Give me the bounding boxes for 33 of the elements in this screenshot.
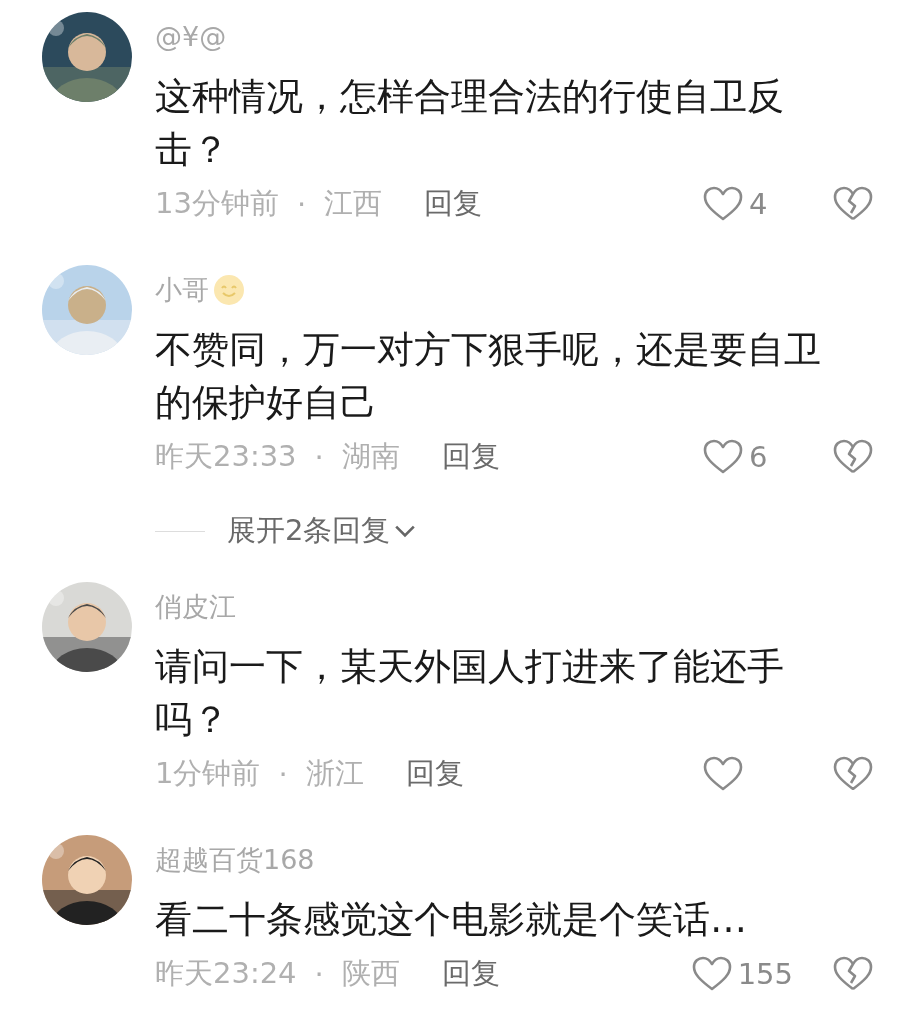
separator-dot: · <box>314 957 324 991</box>
comment-location: 陕西 <box>341 955 400 992</box>
broken-heart-icon[interactable] <box>833 956 873 992</box>
like-count: 155 <box>737 957 793 991</box>
broken-heart-icon[interactable] <box>833 439 873 475</box>
comment-time: 昨天23:33 <box>155 438 297 475</box>
heart-icon[interactable] <box>703 439 743 475</box>
separator-dot: · <box>296 187 307 221</box>
comment-time: 昨天23:24 <box>155 955 297 992</box>
reply-link[interactable]: 回复 <box>424 184 483 224</box>
comment-time: 13分钟前 <box>155 185 279 222</box>
heart-icon[interactable] <box>703 756 743 792</box>
comment-location: 江西 <box>324 185 383 222</box>
comment-location: 浙江 <box>305 755 364 792</box>
heart-icon[interactable] <box>703 186 743 222</box>
comment-text: 不赞同，万一对方下狠手呢，还是要自卫的保护好自己 <box>155 327 822 426</box>
heart-icon[interactable] <box>691 956 732 992</box>
comment-text: 看二十条感觉这个电影就是个笑话… <box>155 897 748 943</box>
separator-dot: · <box>314 440 324 474</box>
like-count: 6 <box>749 440 768 474</box>
comment-text: 请问一下，某天外国人打进来了能还手吗？ <box>155 644 785 743</box>
like-count: 4 <box>749 187 768 221</box>
comment-time: 1分钟前 <box>155 755 261 792</box>
broken-heart-icon[interactable] <box>833 756 873 792</box>
comment-location: 湖南 <box>341 438 400 475</box>
reply-link[interactable]: 回复 <box>405 754 464 794</box>
comment-text: 这种情况，怎样合理合法的行使自卫反击？ <box>155 74 785 173</box>
broken-heart-icon[interactable] <box>833 186 873 222</box>
chevron-down-icon[interactable] <box>394 523 417 539</box>
expand-replies-link[interactable]: 展开2条回复 <box>227 511 391 551</box>
reply-link[interactable]: 回复 <box>441 437 500 477</box>
reply-link[interactable]: 回复 <box>441 954 500 994</box>
separator-dot: · <box>278 757 288 791</box>
